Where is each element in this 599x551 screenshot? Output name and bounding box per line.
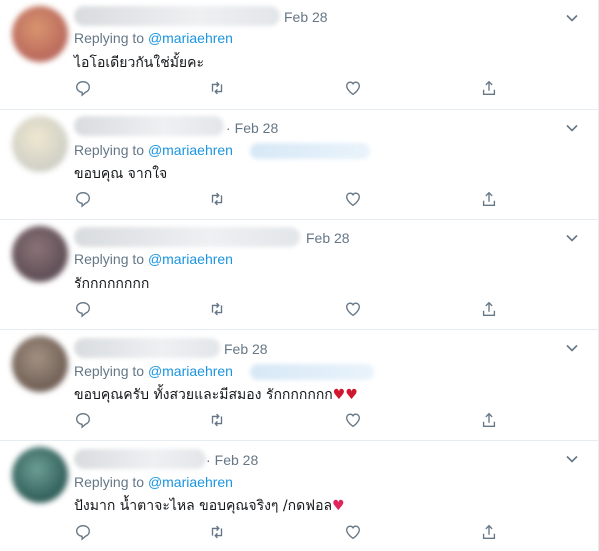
tweet-actions xyxy=(74,300,504,320)
tweet-date[interactable]: Feb 28 xyxy=(224,341,268,357)
share-icon[interactable] xyxy=(480,523,500,543)
tweet-text: ปังมาก น้ำตาจะไหล ขอบคุณจริงๆ /กดฟอล♥ xyxy=(74,498,345,514)
reply-icon[interactable] xyxy=(74,300,94,320)
replying-to: Replying to @mariaehren xyxy=(74,142,233,158)
sparkling-heart-emoji: ♥ xyxy=(332,498,345,514)
tweet[interactable]: Feb 28 Replying to @mariaehren ไอโอเดียว… xyxy=(0,0,598,110)
mention-link[interactable]: @mariaehren xyxy=(148,251,233,267)
chevron-down-icon[interactable] xyxy=(564,10,580,26)
replying-to: Replying to @mariaehren xyxy=(74,363,233,379)
display-name[interactable] xyxy=(74,6,280,26)
avatar[interactable] xyxy=(12,447,68,503)
replies-feed: Feb 28 Replying to @mariaehren ไอโอเดียว… xyxy=(0,0,599,551)
reply-icon[interactable] xyxy=(74,523,94,543)
second-mention[interactable] xyxy=(250,364,374,380)
red-heart-emoji: ♥♥ xyxy=(332,387,358,403)
tweet-date[interactable]: · Feb 28 xyxy=(226,120,278,136)
like-icon[interactable] xyxy=(344,411,364,431)
mention-link[interactable]: @mariaehren xyxy=(148,30,233,46)
tweet-actions xyxy=(74,411,504,431)
tweet-actions xyxy=(74,190,504,210)
mention-link[interactable]: @mariaehren xyxy=(148,363,233,379)
chevron-down-icon[interactable] xyxy=(564,340,580,356)
avatar[interactable] xyxy=(12,336,68,392)
tweet-date[interactable]: · Feb 28 xyxy=(206,452,258,468)
tweet-actions xyxy=(74,79,504,99)
reply-icon[interactable] xyxy=(74,79,94,99)
mention-link[interactable]: @mariaehren xyxy=(148,142,233,158)
display-name[interactable] xyxy=(74,449,206,469)
retweet-icon[interactable] xyxy=(208,300,228,320)
chevron-down-icon[interactable] xyxy=(564,120,580,136)
mention-link[interactable]: @mariaehren xyxy=(148,474,233,490)
like-icon[interactable] xyxy=(344,300,364,320)
retweet-icon[interactable] xyxy=(208,411,228,431)
display-name[interactable] xyxy=(74,116,224,136)
reply-icon[interactable] xyxy=(74,190,94,210)
tweet[interactable]: Feb 28 Replying to @mariaehren ขอบคุณครั… xyxy=(0,330,598,441)
avatar[interactable] xyxy=(12,226,68,282)
display-name[interactable] xyxy=(74,338,220,358)
retweet-icon[interactable] xyxy=(208,79,228,99)
tweet-date[interactable]: Feb 28 xyxy=(306,230,350,246)
avatar[interactable] xyxy=(12,6,68,62)
retweet-icon[interactable] xyxy=(208,190,228,210)
share-icon[interactable] xyxy=(480,79,500,99)
replying-to: Replying to @mariaehren xyxy=(74,30,233,46)
tweet-text: ขอบคุณ จากใจ xyxy=(74,166,168,182)
chevron-down-icon[interactable] xyxy=(564,230,580,246)
tweet-date[interactable]: Feb 28 xyxy=(284,9,328,25)
chevron-down-icon[interactable] xyxy=(564,451,580,467)
avatar[interactable] xyxy=(12,116,68,172)
replying-to: Replying to @mariaehren xyxy=(74,474,233,490)
like-icon[interactable] xyxy=(344,523,364,543)
replying-to: Replying to @mariaehren xyxy=(74,251,233,267)
tweet[interactable]: · Feb 28 Replying to @mariaehren ขอบคุณ จ… xyxy=(0,110,598,220)
tweet-text: ขอบคุณครับ ทั้งสวยและมีสมอง รักกกกกกก♥♥ xyxy=(74,387,358,403)
share-icon[interactable] xyxy=(480,300,500,320)
second-mention[interactable] xyxy=(250,143,370,159)
tweet[interactable]: · Feb 28 Replying to @mariaehren ปังมาก น… xyxy=(0,441,598,551)
tweet-text: ไอโอเดียวกันใช่มั้ยคะ xyxy=(74,55,205,71)
share-icon[interactable] xyxy=(480,190,500,210)
reply-icon[interactable] xyxy=(74,411,94,431)
retweet-icon[interactable] xyxy=(208,523,228,543)
tweet-text: รักกกกกกกก xyxy=(74,276,150,292)
share-icon[interactable] xyxy=(480,411,500,431)
display-name[interactable] xyxy=(74,227,300,247)
like-icon[interactable] xyxy=(344,190,364,210)
tweet-actions xyxy=(74,523,504,543)
like-icon[interactable] xyxy=(344,79,364,99)
tweet[interactable]: Feb 28 Replying to @mariaehren รักกกกกกก… xyxy=(0,220,598,330)
